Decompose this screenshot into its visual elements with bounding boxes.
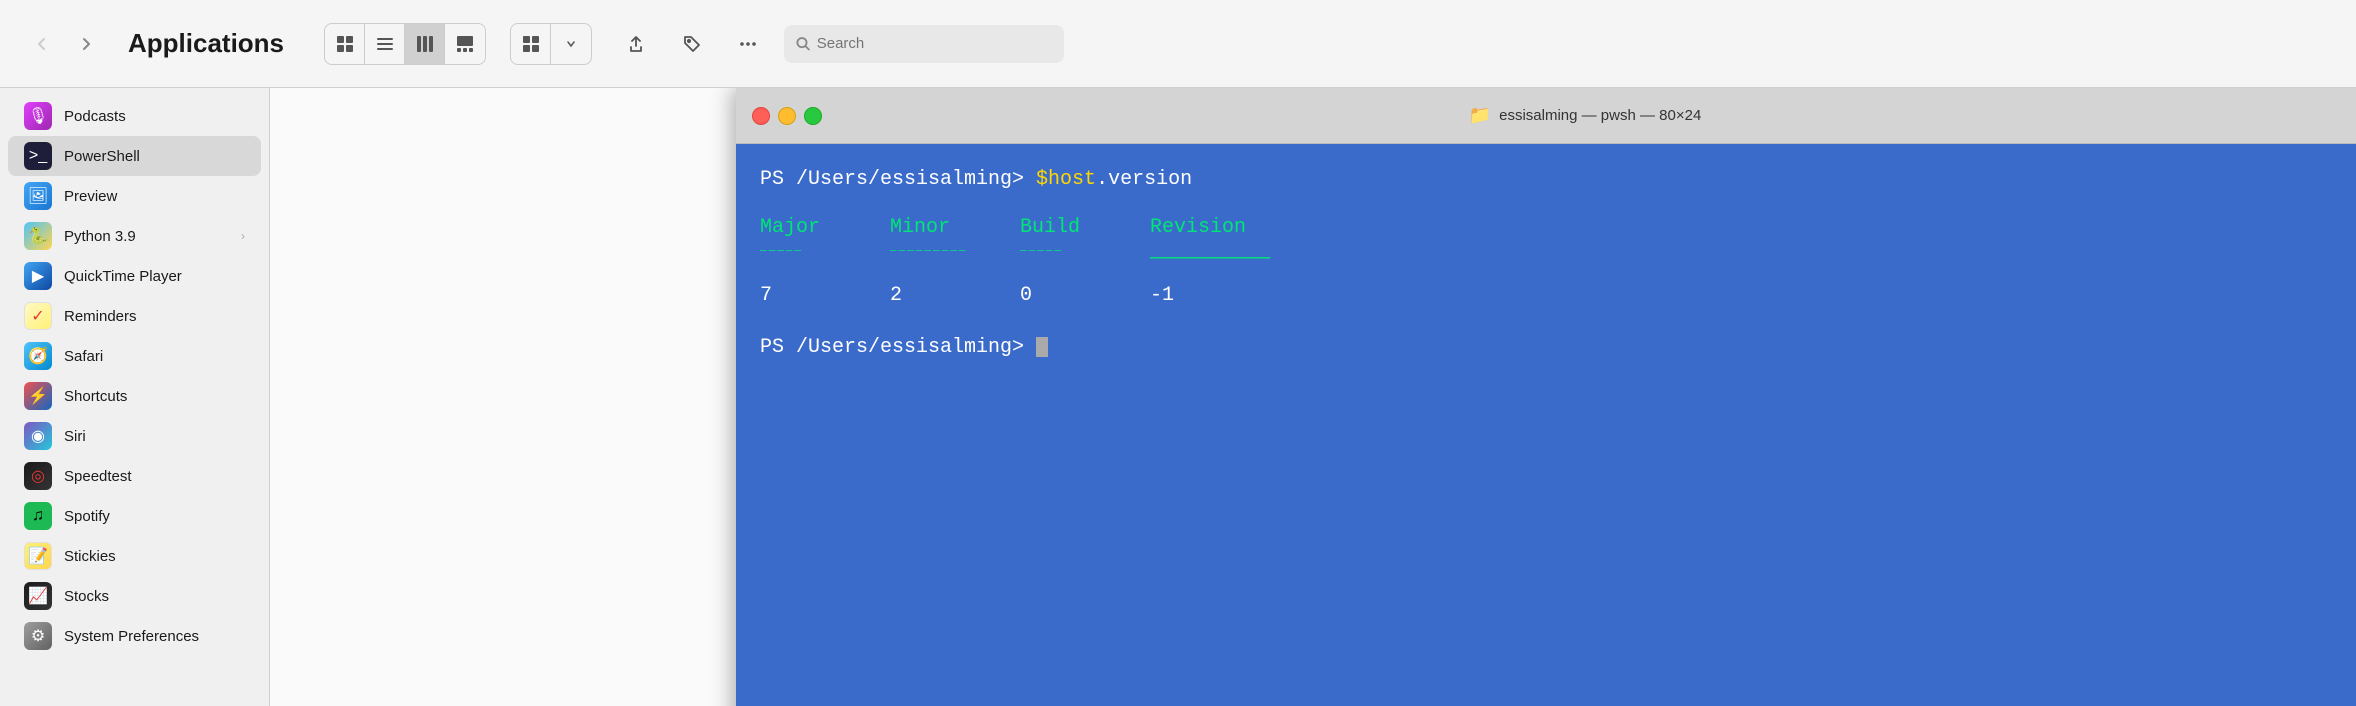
shortcuts-icon: ⚡ bbox=[24, 382, 52, 410]
quicktime-icon: ▶ bbox=[24, 262, 52, 290]
sidebar-item-quicktime[interactable]: ▶ QuickTime Player bbox=[8, 256, 261, 296]
sidebar-item-powershell[interactable]: >_ PowerShell bbox=[8, 136, 261, 176]
sidebar-item-stocks[interactable]: 📈 Stocks bbox=[8, 576, 261, 616]
sidebar-item-podcasts[interactable]: 🎙 Podcasts bbox=[8, 96, 261, 136]
spotify-label: Spotify bbox=[64, 508, 245, 525]
main-area: 🎙 Podcasts >_ PowerShell 🖼 Preview 🐍 Python 3.9… bbox=[0, 88, 2356, 706]
sysprefs-icon: ⚙ bbox=[24, 622, 52, 650]
preview-icon: 🖼 bbox=[24, 182, 52, 210]
share-button[interactable] bbox=[616, 24, 656, 64]
sidebar-item-preview[interactable]: 🖼 Preview bbox=[8, 176, 261, 216]
search-box[interactable] bbox=[784, 25, 1064, 63]
siri-icon: ◉ bbox=[24, 422, 52, 450]
terminal-prompt-1: PS /Users/essisalming> bbox=[760, 168, 1036, 191]
siri-label: Siri bbox=[64, 428, 245, 445]
powershell-icon: >_ bbox=[24, 142, 52, 170]
terminal-prompt-line-2: PS /Users/essisalming> bbox=[760, 332, 2332, 364]
podcasts-label: Podcasts bbox=[64, 108, 245, 125]
terminal-body[interactable]: PS /Users/essisalming> $host.version Maj… bbox=[736, 144, 2356, 706]
sidebar-item-reminders[interactable]: ✓ Reminders bbox=[8, 296, 261, 336]
group-view-buttons bbox=[510, 23, 592, 65]
terminal-divider-row: ───── ───────── ───── ────────── bbox=[760, 244, 2332, 276]
terminal-cursor bbox=[1036, 337, 1048, 357]
sysprefs-label: System Preferences bbox=[64, 628, 245, 645]
sidebar-item-stickies[interactable]: 📝 Stickies bbox=[8, 536, 261, 576]
col-revision: Revision bbox=[1150, 212, 1310, 244]
more-button[interactable] bbox=[728, 24, 768, 64]
python39-label: Python 3.9 bbox=[64, 228, 229, 245]
group-button[interactable] bbox=[511, 24, 551, 64]
chevron-icon: › bbox=[241, 229, 245, 243]
reminders-label: Reminders bbox=[64, 308, 245, 325]
toolbar-title: Applications bbox=[128, 28, 284, 59]
val-minor: 2 bbox=[890, 280, 1020, 312]
sidebar-item-shortcuts[interactable]: ⚡ Shortcuts bbox=[8, 376, 261, 416]
terminal-folder-icon: 📁 bbox=[1469, 105, 1491, 126]
view-column-button[interactable] bbox=[405, 24, 445, 64]
col-major: Major bbox=[760, 212, 890, 244]
podcasts-icon: 🎙 bbox=[24, 102, 52, 130]
terminal-title: 📁 essisalming — pwsh — 80×24 bbox=[830, 105, 2340, 126]
view-gallery-button[interactable] bbox=[445, 24, 485, 64]
stocks-icon: 📈 bbox=[24, 582, 52, 610]
maximize-button[interactable] bbox=[804, 107, 822, 125]
val-major: 7 bbox=[760, 280, 890, 312]
toolbar: Applications bbox=[0, 0, 2356, 88]
preview-label: Preview bbox=[64, 188, 245, 205]
col-build: Build bbox=[1020, 212, 1150, 244]
terminal-titlebar: 📁 essisalming — pwsh — 80×24 bbox=[736, 88, 2356, 144]
powershell-label: PowerShell bbox=[64, 148, 245, 165]
forward-button[interactable] bbox=[68, 26, 104, 62]
back-button[interactable] bbox=[24, 26, 60, 62]
sidebar-item-siri[interactable]: ◉ Siri bbox=[8, 416, 261, 456]
div-build: ───── bbox=[1020, 244, 1150, 276]
val-revision: -1 bbox=[1150, 280, 1310, 312]
speedtest-label: Speedtest bbox=[64, 468, 245, 485]
reminders-icon: ✓ bbox=[24, 302, 52, 330]
terminal-prompt-2: PS /Users/essisalming> bbox=[760, 336, 1036, 359]
minimize-button[interactable] bbox=[778, 107, 796, 125]
nav-buttons bbox=[24, 26, 104, 62]
shortcuts-label: Shortcuts bbox=[64, 388, 245, 405]
col-minor: Minor bbox=[890, 212, 1020, 244]
python39-icon: 🐍 bbox=[24, 222, 52, 250]
search-input[interactable] bbox=[817, 35, 1052, 52]
group-chevron-button[interactable] bbox=[551, 24, 591, 64]
spotify-icon: ♫ bbox=[24, 502, 52, 530]
sidebar-item-spotify[interactable]: ♫ Spotify bbox=[8, 496, 261, 536]
terminal-command-suffix: .version bbox=[1096, 168, 1192, 191]
terminal-header-row: Major Minor Build Revision bbox=[760, 212, 2332, 244]
quicktime-label: QuickTime Player bbox=[64, 268, 245, 285]
speedtest-icon: ◎ bbox=[24, 462, 52, 490]
div-minor: ───────── bbox=[890, 244, 1020, 276]
stickies-label: Stickies bbox=[64, 548, 245, 565]
safari-icon: 🧭 bbox=[24, 342, 52, 370]
div-revision: ────────── bbox=[1150, 244, 1310, 276]
safari-label: Safari bbox=[64, 348, 245, 365]
view-list-button[interactable] bbox=[365, 24, 405, 64]
close-button[interactable] bbox=[752, 107, 770, 125]
sidebar-item-python39[interactable]: 🐍 Python 3.9 › bbox=[8, 216, 261, 256]
tag-button[interactable] bbox=[672, 24, 712, 64]
terminal-command-line: PS /Users/essisalming> $host.version bbox=[760, 164, 2332, 196]
val-build: 0 bbox=[1020, 280, 1150, 312]
sidebar-item-speedtest[interactable]: ◎ Speedtest bbox=[8, 456, 261, 496]
terminal-output: Major Minor Build Revision ───── ───────… bbox=[760, 212, 2332, 312]
sidebar-item-sysprefs[interactable]: ⚙ System Preferences bbox=[8, 616, 261, 656]
content-area: PowerShell Application – 275 KB 📁 essisa… bbox=[270, 88, 2356, 706]
stickies-icon: 📝 bbox=[24, 542, 52, 570]
sidebar: 🎙 Podcasts >_ PowerShell 🖼 Preview 🐍 Python 3.9… bbox=[0, 88, 270, 706]
stocks-label: Stocks bbox=[64, 588, 245, 605]
div-major: ───── bbox=[760, 244, 890, 276]
view-grid-button[interactable] bbox=[325, 24, 365, 64]
terminal-window: 📁 essisalming — pwsh — 80×24 PS /Users/e… bbox=[736, 88, 2356, 706]
terminal-data-row: 7 2 0 -1 bbox=[760, 280, 2332, 312]
terminal-title-text: essisalming — pwsh — 80×24 bbox=[1499, 107, 1701, 124]
terminal-var: $host bbox=[1036, 168, 1096, 191]
view-mode-group bbox=[324, 23, 486, 65]
sidebar-item-safari[interactable]: 🧭 Safari bbox=[8, 336, 261, 376]
search-icon bbox=[796, 36, 811, 52]
